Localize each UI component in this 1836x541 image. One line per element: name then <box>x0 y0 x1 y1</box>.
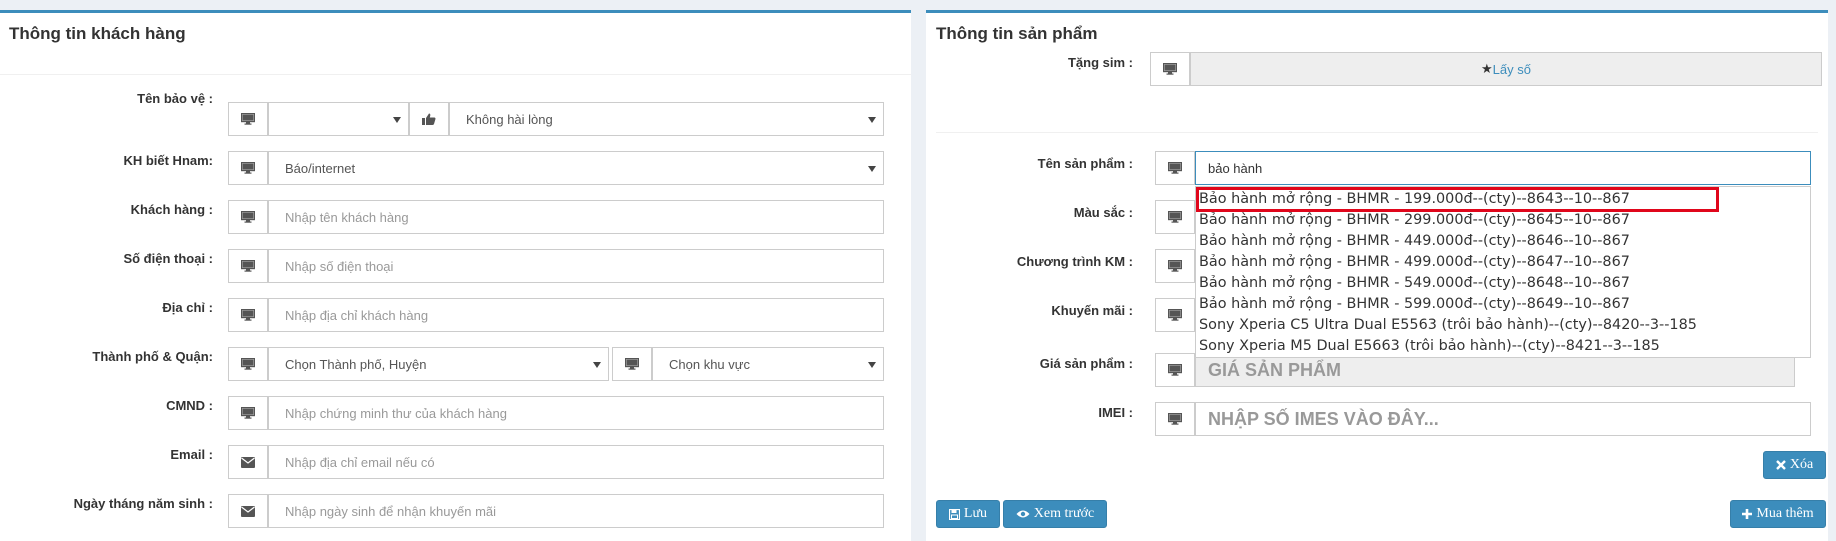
monitor-icon <box>1155 353 1195 387</box>
phone-input[interactable]: Nhập số điện thoại <box>268 249 884 283</box>
envelope-icon <box>228 445 268 479</box>
price-input: GIÁ SẢN PHẨM <box>1195 353 1795 387</box>
dob-label: Ngày tháng năm sinh : <box>73 496 213 511</box>
delete-button[interactable]: Xóa <box>1763 451 1826 479</box>
thumbs-up-icon <box>409 102 449 136</box>
suggestion-item[interactable]: Bảo hành mở rộng - BHMR - 599.000đ--(cty… <box>1199 294 1630 315</box>
monitor-icon <box>228 396 268 430</box>
city-label: Thành phố & Quận: <box>92 349 213 364</box>
buy-more-button[interactable]: Mua thêm <box>1730 500 1826 528</box>
suggestion-item[interactable]: Sony Xperia C5 Ultra Dual E5563 (trôi bả… <box>1199 315 1697 336</box>
id-card-label: CMND : <box>166 398 213 413</box>
address-input[interactable]: Nhập địa chỉ khách hàng <box>268 298 884 332</box>
price-label: Giá sản phẩm : <box>1039 356 1133 371</box>
monitor-icon <box>1155 200 1195 234</box>
email-label: Email : <box>170 447 213 462</box>
monitor-icon <box>1155 249 1195 283</box>
imei-label: IMEI : <box>1098 405 1133 420</box>
satisfaction-select[interactable]: Không hài lòng <box>449 102 884 136</box>
customer-name-input[interactable]: Nhập tên khách hàng <box>268 200 884 234</box>
suggestion-item[interactable]: Bảo hành mở rộng - BHMR - 549.000đ--(cty… <box>1199 273 1630 294</box>
suggestion-item[interactable]: Bảo hành mở rộng - BHMR - 499.000đ--(cty… <box>1199 252 1630 273</box>
close-icon <box>1775 460 1786 470</box>
monitor-icon <box>228 249 268 283</box>
city-select[interactable]: Chọn Thành phố, Huyện <box>268 347 609 381</box>
monitor-icon <box>1150 52 1190 86</box>
monitor-icon <box>228 200 268 234</box>
monitor-icon <box>1155 298 1195 332</box>
promo-label: Khuyến mãi : <box>1051 303 1133 318</box>
monitor-icon <box>228 151 268 185</box>
product-panel-title: Thông tin sản phẩm <box>936 24 1098 43</box>
suggestion-item[interactable]: Bảo hành mở rộng - BHMR - 199.000đ--(cty… <box>1196 187 1719 212</box>
id-card-input[interactable]: Nhập chứng minh thư của khách hàng <box>268 396 884 430</box>
source-label: KH biết Hnam: <box>123 153 213 168</box>
floppy-icon <box>948 508 960 520</box>
dob-input[interactable]: Nhập ngày sinh để nhận khuyến mãi <box>268 494 884 528</box>
eye-icon <box>1016 510 1030 518</box>
suggestion-item[interactable]: Bảo hành mở rộng - BHMR - 449.000đ--(cty… <box>1199 231 1630 252</box>
monitor-icon <box>1155 151 1195 185</box>
envelope-icon <box>228 494 268 528</box>
product-name-input[interactable]: bảo hành <box>1195 151 1811 185</box>
monitor-icon <box>612 347 652 381</box>
product-name-label: Tên sản phẩm : <box>1037 156 1133 171</box>
sim-label: Tặng sim : <box>1067 55 1133 70</box>
divider <box>0 74 911 75</box>
star-icon: ★ <box>1481 61 1493 76</box>
warranty-name-label: Tên bảo vệ : <box>137 91 213 106</box>
monitor-icon <box>228 102 268 136</box>
preview-button[interactable]: Xem trước <box>1003 500 1107 528</box>
customer-panel-title: Thông tin khách hàng <box>9 24 186 43</box>
product-suggestions-dropdown: Bảo hành mở rộng - BHMR - 199.000đ--(cty… <box>1195 186 1811 358</box>
monitor-icon <box>228 298 268 332</box>
customer-name-label: Khách hàng : <box>130 202 213 217</box>
program-label: Chương trình KM : <box>1016 254 1133 269</box>
color-label: Màu sắc : <box>1073 205 1133 220</box>
email-input[interactable]: Nhập địa chỉ email nếu có <box>268 445 884 479</box>
imei-input[interactable]: NHẬP SỐ IMES VÀO ĐÂY... <box>1195 402 1811 436</box>
suggestion-item[interactable]: Bảo hành mở rộng - BHMR - 299.000đ--(cty… <box>1199 210 1630 231</box>
phone-label: Số điện thoại : <box>123 251 213 266</box>
save-button[interactable]: Lưu <box>936 500 1000 528</box>
source-select[interactable]: Báo/internet <box>268 151 884 185</box>
address-label: Địa chỉ : <box>162 300 213 315</box>
suggestion-item[interactable]: Sony Xperia M5 Dual E5663 (trôi bảo hành… <box>1199 336 1660 357</box>
area-select[interactable]: Chọn khu vực <box>652 347 884 381</box>
plus-icon <box>1742 509 1753 519</box>
get-number-button[interactable]: ★ Lấy số <box>1190 52 1822 86</box>
monitor-icon <box>228 347 268 381</box>
warranty-name-select[interactable] <box>268 102 409 136</box>
monitor-icon <box>1155 402 1195 436</box>
divider <box>936 132 1818 133</box>
